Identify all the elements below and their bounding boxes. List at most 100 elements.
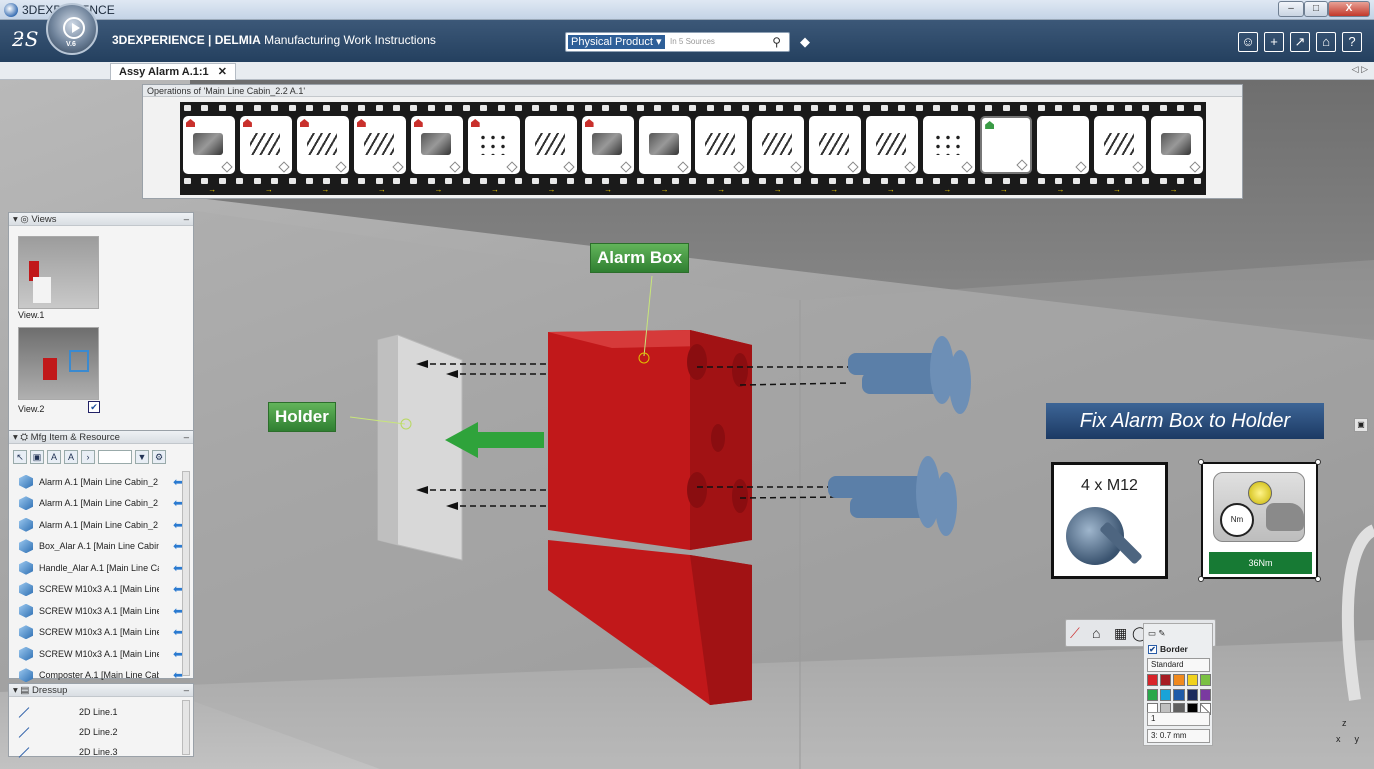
mfg-scrollbar[interactable] [182, 471, 190, 676]
dressup-list-item[interactable]: 2D Line.3 [17, 742, 177, 762]
line-tool-icon[interactable]: ⟋ [1070, 625, 1080, 642]
operation-frame[interactable] [410, 116, 463, 174]
mfg-list-item[interactable]: Handle_Alar A.1 [Main Line Cab ⬅ [11, 557, 183, 579]
mfg-list-item[interactable]: SCREW M10x3 A.1 [Main Line C ⬅ [11, 579, 183, 601]
color-swatch[interactable] [1173, 674, 1185, 686]
mfg-list-item[interactable]: Box_Alar A.1 [Main Line Cabin_2 ⬅ [11, 536, 183, 558]
user-icon[interactable]: ☺ [1238, 32, 1258, 52]
color-swatch[interactable] [1160, 674, 1172, 686]
line-weight-select[interactable]: 1 [1147, 712, 1210, 726]
alarm-box-label[interactable]: Alarm Box [590, 243, 690, 273]
settings-icon[interactable]: ⚙ [152, 450, 166, 464]
tab-assy-alarm[interactable]: Assy Alarm A.1:1 ✕ [110, 63, 236, 80]
operation-frame[interactable] [980, 116, 1033, 174]
view-thumbnail-2[interactable] [18, 327, 99, 400]
color-swatch[interactable] [1186, 688, 1198, 701]
help-icon[interactable]: ? [1342, 32, 1362, 52]
operation-frame[interactable] [1150, 116, 1203, 174]
torque-card[interactable]: Nm 36Nm [1201, 462, 1318, 579]
minimize-button[interactable]: – [1278, 1, 1304, 17]
diamond-icon [1189, 161, 1201, 173]
border-option[interactable]: ✔ Border [1148, 644, 1188, 654]
mfg-panel-header[interactable]: ▾ ⛭ Mfg Item & Resource – [9, 431, 193, 444]
operation-frame[interactable] [296, 116, 349, 174]
ds-logo-icon[interactable]: ƻS [12, 27, 38, 51]
mfg-list-item[interactable]: Alarm A.1 [Main Line Cabin_2.2 ⬅ [11, 514, 183, 536]
close-window-button[interactable]: X [1328, 1, 1370, 17]
film-hole [515, 105, 523, 111]
color-swatch[interactable] [1199, 674, 1211, 686]
film-hole [758, 178, 766, 184]
operation-frame[interactable] [581, 116, 634, 174]
search-scope-dropdown[interactable]: Physical Product ▾ [568, 35, 665, 49]
tab-scroll-arrows[interactable]: ◁ ▷ [1352, 64, 1368, 75]
search-input[interactable]: In 5 Sources [670, 37, 715, 46]
home-icon[interactable]: ⌂ [1316, 32, 1336, 52]
sequence-arrow-icon: → [321, 185, 330, 194]
mfg-list-item[interactable]: SCREW M10x3 A.1 [Main Line C ⬅ [11, 622, 183, 644]
color-swatch[interactable] [1199, 688, 1211, 701]
dressup-list-item[interactable]: 2D Line.2 [17, 722, 177, 742]
operation-frame[interactable] [183, 116, 235, 174]
close-tab-icon[interactable]: ✕ [218, 66, 227, 78]
search-icon[interactable]: ⚲ [772, 35, 781, 49]
image-tool-icon[interactable]: ▦ [1114, 625, 1127, 642]
operation-frame[interactable] [353, 116, 406, 174]
operation-frame[interactable] [695, 116, 748, 174]
view-2-checkbox[interactable]: ✔ [88, 401, 100, 413]
operation-frame[interactable] [1094, 116, 1146, 174]
style-select[interactable]: Standard [1147, 658, 1210, 672]
view-thumbnail-1[interactable] [18, 236, 99, 309]
play-icon[interactable] [63, 17, 85, 39]
resize-handle[interactable] [1198, 576, 1204, 582]
resize-handle[interactable] [1315, 459, 1321, 465]
screw-card[interactable]: 4 x M12 [1051, 462, 1168, 579]
expand-icon[interactable]: › [81, 450, 95, 464]
house-icon [299, 119, 309, 127]
assign-icon[interactable]: A [47, 450, 61, 464]
views-panel-header[interactable]: ▾ ◎ Views – [9, 213, 193, 226]
operation-frame[interactable] [809, 116, 862, 174]
compass-widget[interactable]: V.6 [46, 3, 98, 55]
search-bar[interactable]: Physical Product ▾ In 5 Sources ⚲ [565, 32, 790, 52]
operation-frame[interactable] [239, 116, 292, 174]
color-swatch[interactable] [1173, 688, 1185, 701]
annotation-tool-icon[interactable]: ⌂ [1092, 625, 1100, 641]
film-hole [427, 105, 435, 111]
plus-icon[interactable]: + [1264, 32, 1284, 52]
color-swatch[interactable] [1147, 688, 1159, 701]
color-swatch[interactable] [1186, 674, 1198, 686]
operation-frame[interactable] [923, 116, 976, 174]
share-icon[interactable]: ↗ [1290, 32, 1310, 52]
color-swatch[interactable] [1160, 688, 1172, 701]
color-swatch[interactable] [1147, 674, 1159, 686]
mfg-list-item[interactable]: SCREW M10x3 A.1 [Main Line C ⬅ [11, 643, 183, 665]
operation-frame[interactable] [467, 116, 520, 174]
resize-handle[interactable] [1198, 459, 1204, 465]
edit-icon[interactable]: ▭ ✎ [1148, 628, 1166, 639]
select-icon[interactable]: ↖ [13, 450, 27, 464]
dressup-panel-header[interactable]: ▾ ▤ Dressup – [9, 684, 193, 697]
line-thickness-select[interactable]: 3: 0.7 mm [1147, 729, 1210, 743]
operation-frame[interactable] [638, 116, 691, 174]
panel-toggle-icon[interactable]: ▣ [1354, 418, 1368, 432]
unassign-icon[interactable]: A [64, 450, 78, 464]
instruction-title[interactable]: Fix Alarm Box to Holder [1046, 403, 1324, 439]
mfg-list-item[interactable]: SCREW M10x3 A.1 [Main Line C ⬅ [11, 600, 183, 622]
tag-icon[interactable]: ◆ [800, 34, 810, 50]
resource-icon[interactable]: ▣ [30, 450, 44, 464]
dressup-scrollbar[interactable] [182, 700, 190, 755]
filter-input[interactable] [98, 450, 132, 464]
operation-frame[interactable] [752, 116, 805, 174]
holder-label[interactable]: Holder [268, 402, 336, 432]
filter-icon[interactable]: ▼ [135, 450, 149, 464]
border-checkbox[interactable]: ✔ [1148, 645, 1157, 654]
operation-frame[interactable] [1037, 116, 1090, 174]
mfg-list-item[interactable]: Alarm A.1 [Main Line Cabin_2.2 ⬅ [11, 471, 183, 493]
maximize-button[interactable]: □ [1304, 1, 1328, 17]
dressup-list-item[interactable]: 2D Line.1 [17, 702, 177, 722]
resize-handle[interactable] [1315, 576, 1321, 582]
mfg-list-item[interactable]: Alarm A.1 [Main Line Cabin_2.2 ⬅ [11, 493, 183, 515]
operation-frame[interactable] [524, 116, 577, 174]
operation-frame[interactable] [866, 116, 919, 174]
